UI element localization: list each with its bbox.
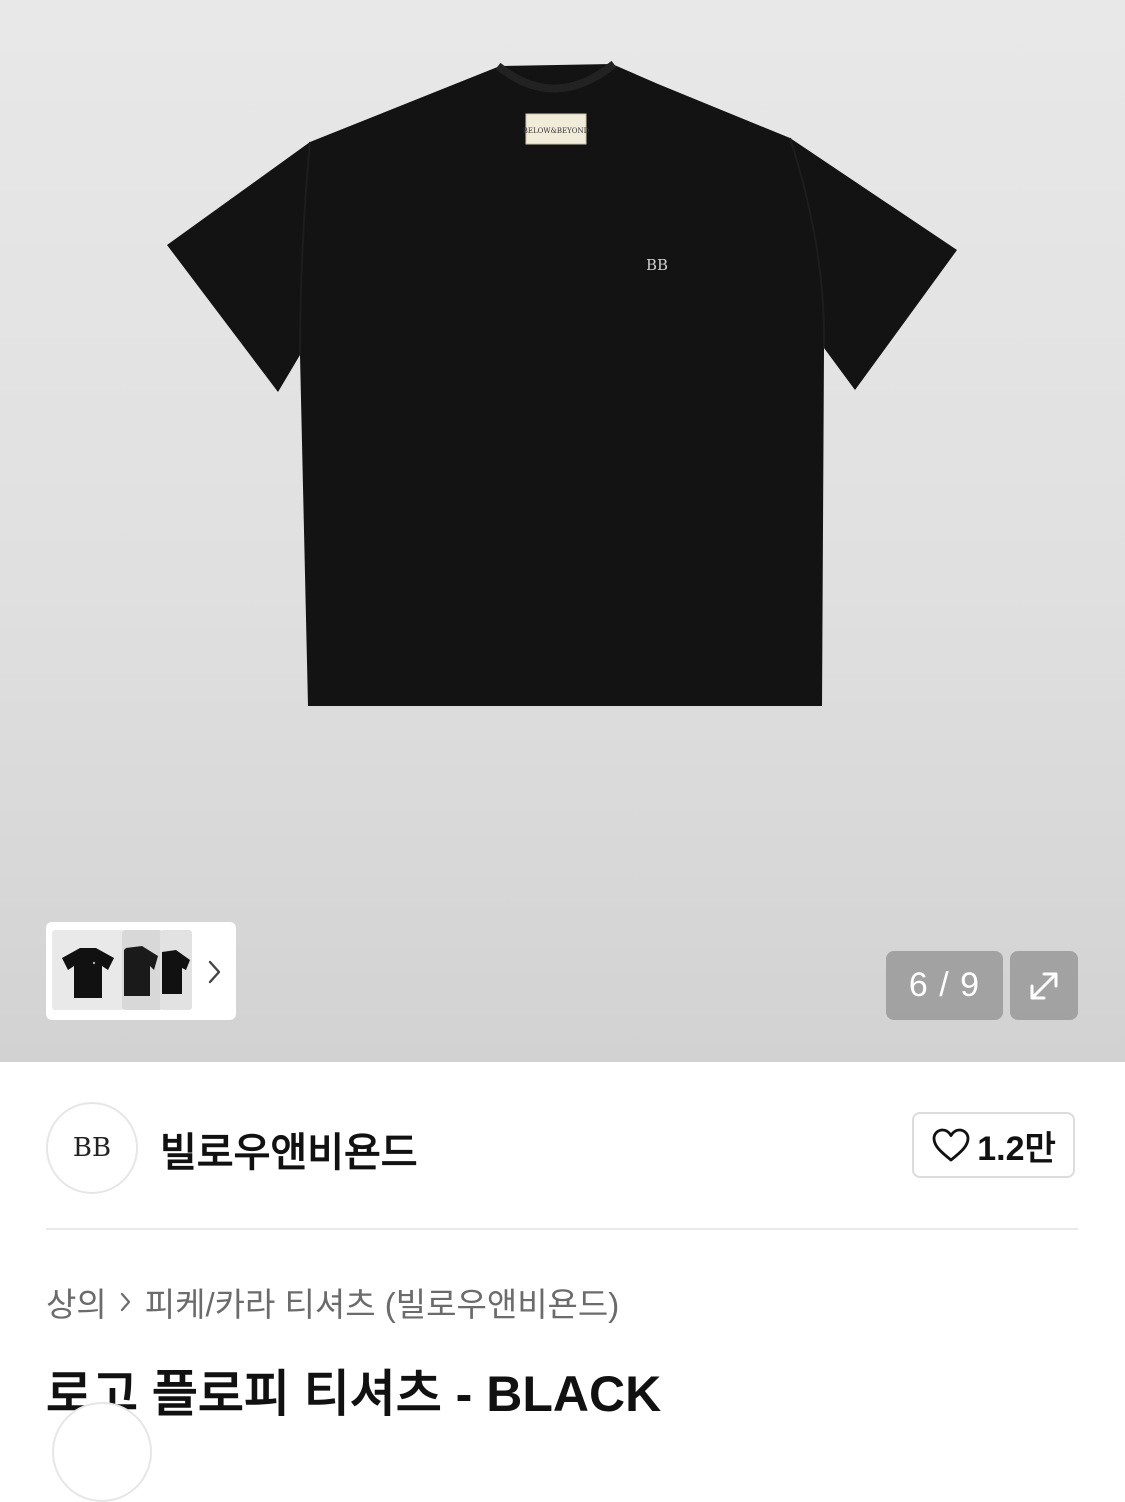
neck-label-text: BELOW&BEYOND <box>523 127 590 135</box>
breadcrumb: 상의 피케/카라 티셔츠 (빌로우앤비욘드) <box>46 1278 619 1326</box>
product-title: 로고 플로피 티셔츠 - BLACK <box>46 1366 662 1422</box>
image-counter: 6 / 9 <box>886 951 1003 1020</box>
divider <box>46 1228 1078 1230</box>
breadcrumb-subcategory[interactable]: 피케/카라 티셔츠 (빌로우앤비욘드) <box>145 1278 620 1326</box>
like-count: 1.2만 <box>977 1129 1056 1168</box>
tshirt-shape <box>167 64 957 706</box>
brand-name[interactable]: 빌로우앤비욘드 <box>160 1120 418 1178</box>
tshirt-thumb-icon <box>62 948 114 998</box>
expand-button[interactable] <box>1010 951 1078 1020</box>
thumbnail-2[interactable] <box>122 930 162 1010</box>
like-button[interactable]: 1.2만 <box>912 1112 1075 1178</box>
chevron-right-icon <box>120 1292 130 1312</box>
product-image[interactable]: BELOW&BEYOND BB <box>150 50 980 730</box>
partial-avatar <box>52 1402 152 1502</box>
tshirt-thumb-icon <box>124 946 158 996</box>
tshirt-thumb-icon <box>162 950 190 994</box>
brand-row: BB 빌로우앤비욘드 1.2만 <box>0 1062 1125 1232</box>
product-gallery[interactable]: BELOW&BEYOND BB 6 / 9 <box>0 0 1125 1062</box>
thumbnail-1[interactable] <box>52 930 124 1010</box>
expand-icon <box>1030 972 1058 999</box>
heart-icon <box>932 1128 970 1162</box>
brand-logo[interactable]: BB <box>46 1102 138 1194</box>
thumbnail-next-button[interactable] <box>198 933 232 1011</box>
chevron-right-icon <box>208 960 221 984</box>
chest-logo: BB <box>646 256 668 274</box>
breadcrumb-category[interactable]: 상의 <box>46 1278 107 1326</box>
thumbnail-3[interactable] <box>160 930 192 1010</box>
